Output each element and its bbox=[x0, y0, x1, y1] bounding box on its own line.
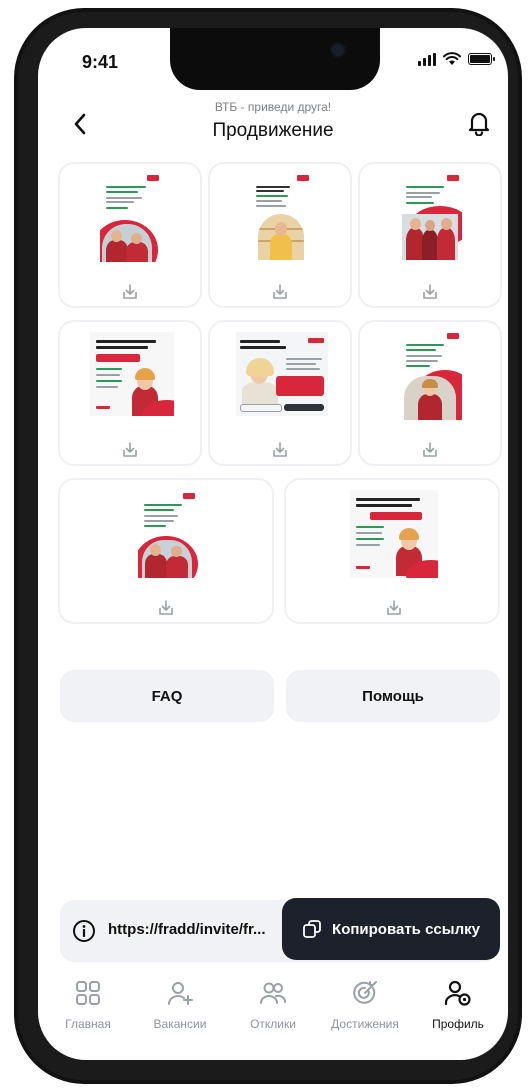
download-icon[interactable] bbox=[120, 282, 140, 302]
status-time: 9:41 bbox=[82, 52, 119, 72]
promo-poster bbox=[250, 172, 312, 262]
download-icon[interactable] bbox=[420, 282, 440, 302]
promo-card[interactable] bbox=[358, 320, 502, 466]
bottom-tab-bar: Главная Вакансии Отклики Достижения Проф… bbox=[38, 973, 508, 1053]
promo-card[interactable] bbox=[208, 320, 352, 466]
notifications-button[interactable] bbox=[464, 108, 494, 138]
camera-icon bbox=[332, 44, 344, 56]
promo-card[interactable] bbox=[58, 320, 202, 466]
tab-label: Главная bbox=[65, 1017, 111, 1031]
info-icon[interactable] bbox=[72, 919, 96, 943]
copy-link-label: Копировать ссылку bbox=[332, 920, 480, 938]
page-subtitle: ВТБ - приведи друга! bbox=[214, 100, 332, 114]
page-title: Продвижение bbox=[212, 120, 334, 141]
promo-card[interactable] bbox=[358, 162, 502, 308]
tab-achievements[interactable]: Достижения bbox=[319, 973, 411, 1045]
tab-label: Достижения bbox=[331, 1017, 399, 1031]
app-screen: 9:41 ВТБ - приведи друга! Продвижение FA… bbox=[38, 28, 508, 1060]
tab-label: Отклики bbox=[250, 1017, 296, 1031]
promo-poster bbox=[350, 490, 438, 578]
download-icon[interactable] bbox=[270, 440, 290, 460]
signal-icon bbox=[418, 52, 436, 66]
user-plus-icon bbox=[167, 982, 193, 1005]
tab-vacancies[interactable]: Вакансии bbox=[134, 973, 226, 1045]
download-icon[interactable] bbox=[270, 282, 290, 302]
promo-poster bbox=[138, 490, 198, 578]
download-icon[interactable] bbox=[156, 598, 176, 618]
dynamic-island bbox=[170, 28, 380, 90]
phone-mockup: 9:41 ВТБ - приведи друга! Продвижение FA… bbox=[0, 0, 529, 1088]
user-settings-icon bbox=[444, 980, 471, 1006]
grid-icon bbox=[76, 981, 100, 1005]
tab-responses[interactable]: Отклики bbox=[227, 973, 319, 1045]
invite-link-text[interactable]: https://fradd/invite/fr... bbox=[108, 921, 276, 938]
promo-card[interactable] bbox=[58, 162, 202, 308]
promo-poster bbox=[400, 172, 462, 262]
faq-button[interactable]: FAQ bbox=[60, 670, 274, 722]
status-icons bbox=[418, 52, 495, 66]
wifi-icon bbox=[443, 52, 461, 65]
download-icon[interactable] bbox=[420, 440, 440, 460]
promo-card[interactable] bbox=[58, 478, 274, 624]
download-icon[interactable] bbox=[120, 440, 140, 460]
copy-link-button[interactable]: Копировать ссылку bbox=[282, 898, 500, 960]
promo-poster bbox=[100, 172, 162, 262]
tab-profile[interactable]: Профиль bbox=[412, 973, 504, 1045]
promo-poster bbox=[90, 332, 174, 416]
tab-home[interactable]: Главная bbox=[42, 973, 134, 1045]
tab-label: Профиль bbox=[432, 1017, 484, 1031]
invite-link-bar: https://fradd/invite/fr... Копировать сс… bbox=[60, 898, 500, 962]
help-button[interactable]: Помощь bbox=[286, 670, 500, 722]
target-icon bbox=[353, 981, 377, 1004]
promo-card[interactable] bbox=[284, 478, 500, 624]
bell-icon bbox=[468, 112, 490, 136]
copy-icon bbox=[303, 920, 321, 938]
users-icon bbox=[260, 982, 286, 1004]
tab-label: Вакансии bbox=[153, 1017, 207, 1031]
promo-poster bbox=[236, 332, 328, 416]
download-icon[interactable] bbox=[384, 598, 404, 618]
battery-icon bbox=[468, 53, 495, 65]
promo-poster bbox=[400, 330, 462, 420]
promo-card[interactable] bbox=[208, 162, 352, 308]
